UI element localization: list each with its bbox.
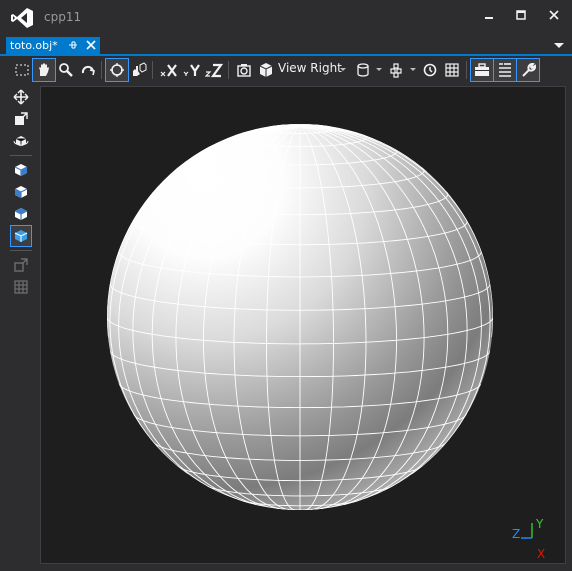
- flip-x-icon: [160, 64, 177, 77]
- orbit-tool-button[interactable]: [77, 59, 99, 81]
- scale-icon: [15, 112, 28, 125]
- chevron-down-icon[interactable]: [376, 68, 382, 71]
- settings-button[interactable]: [516, 58, 540, 82]
- scale-tool-button[interactable]: [11, 109, 31, 129]
- toolbox-button[interactable]: [470, 58, 494, 82]
- toolbar-separator: [152, 61, 153, 79]
- pin-icon[interactable]: [68, 39, 79, 52]
- view-right-dropdown[interactable]: View Right: [278, 61, 342, 75]
- cube-edge-button[interactable]: [11, 182, 31, 202]
- 3d-viewport[interactable]: Y Z X: [40, 86, 566, 564]
- reset-view-button[interactable]: [419, 59, 441, 81]
- cube-icon: [14, 208, 28, 220]
- flip-y-button[interactable]: [181, 59, 203, 81]
- flip-z-icon: [205, 63, 223, 78]
- select-tool-button[interactable]: [11, 59, 33, 81]
- close-icon: [549, 10, 559, 20]
- chevron-down-icon[interactable]: [340, 68, 346, 71]
- left-toolbar: [0, 85, 40, 571]
- minimize-icon: [485, 17, 493, 19]
- grid-mode-button[interactable]: [11, 277, 31, 297]
- grid-icon: [14, 280, 28, 294]
- cube-icon: [259, 63, 273, 77]
- property-list-icon: [499, 63, 511, 77]
- axis-x-label: X: [537, 547, 545, 561]
- flip-x-button[interactable]: [158, 59, 180, 81]
- cubes-icon: [390, 63, 402, 78]
- cube-icon: [14, 230, 28, 242]
- tab-dropdown-icon[interactable]: [553, 40, 565, 50]
- frame-selection-button[interactable]: [128, 59, 150, 81]
- wrench-icon: [522, 62, 536, 77]
- cube-vertex-button[interactable]: [11, 160, 31, 180]
- zoom-icon: [59, 63, 73, 77]
- camera-button[interactable]: [233, 59, 255, 81]
- toolbar-separator: [10, 155, 32, 156]
- hand-cube-icon: [133, 62, 147, 76]
- marquee-select-icon: [15, 64, 29, 76]
- toolbar-separator: [466, 61, 467, 79]
- flip-z-button[interactable]: [203, 59, 225, 81]
- camera-icon: [237, 64, 251, 77]
- toolbox-icon: [475, 63, 489, 76]
- toolbar-separator: [101, 61, 102, 79]
- object-mode-button[interactable]: [11, 255, 31, 275]
- axis-y-label: Y: [535, 517, 544, 531]
- zoom-tool-button[interactable]: [55, 59, 77, 81]
- close-window-button[interactable]: [543, 6, 565, 24]
- tab-toto-obj[interactable]: toto.obj*: [6, 37, 100, 54]
- toolbar-separator: [10, 250, 32, 251]
- maximize-icon: [516, 10, 526, 20]
- shading-mode-button[interactable]: [352, 59, 374, 81]
- render-mode-button[interactable]: [386, 59, 408, 81]
- hand-icon: [39, 63, 49, 76]
- grid-button[interactable]: [441, 59, 463, 81]
- orbit-icon: [81, 65, 95, 76]
- cylinder-icon: [357, 63, 369, 77]
- axis-gizmo: Y Z X: [512, 517, 545, 561]
- cube-face-button[interactable]: [11, 204, 31, 224]
- cube-object-button[interactable]: [10, 225, 32, 247]
- axis-z-label: Z: [512, 527, 520, 541]
- rotate-cube-icon: [13, 136, 29, 147]
- toolbar-separator: [228, 61, 229, 79]
- pan-tool-button[interactable]: [32, 58, 56, 82]
- rotate-tool-button[interactable]: [11, 131, 31, 151]
- visual-studio-logo-icon: [11, 8, 33, 28]
- move-tool-button[interactable]: [11, 87, 31, 107]
- view-cube-button[interactable]: [255, 59, 277, 81]
- grid-icon: [445, 63, 459, 77]
- scene-canvas: Y Z X: [107, 124, 545, 561]
- maximize-button[interactable]: [510, 6, 532, 24]
- tab-close-icon[interactable]: [84, 38, 98, 52]
- app-title: cpp11: [44, 10, 82, 24]
- object-icon: [14, 258, 28, 272]
- properties-button[interactable]: [493, 58, 517, 82]
- move-arrows-icon: [13, 89, 29, 105]
- flip-y-icon: [183, 64, 200, 76]
- target-icon: [110, 63, 124, 77]
- zoom-fit-button[interactable]: [105, 58, 129, 82]
- cube-icon: [14, 164, 28, 176]
- tab-label: toto.obj*: [10, 39, 58, 52]
- chevron-down-icon[interactable]: [410, 68, 416, 71]
- cube-icon: [14, 186, 28, 198]
- minimize-button[interactable]: [478, 6, 500, 24]
- history-icon: [423, 63, 437, 77]
